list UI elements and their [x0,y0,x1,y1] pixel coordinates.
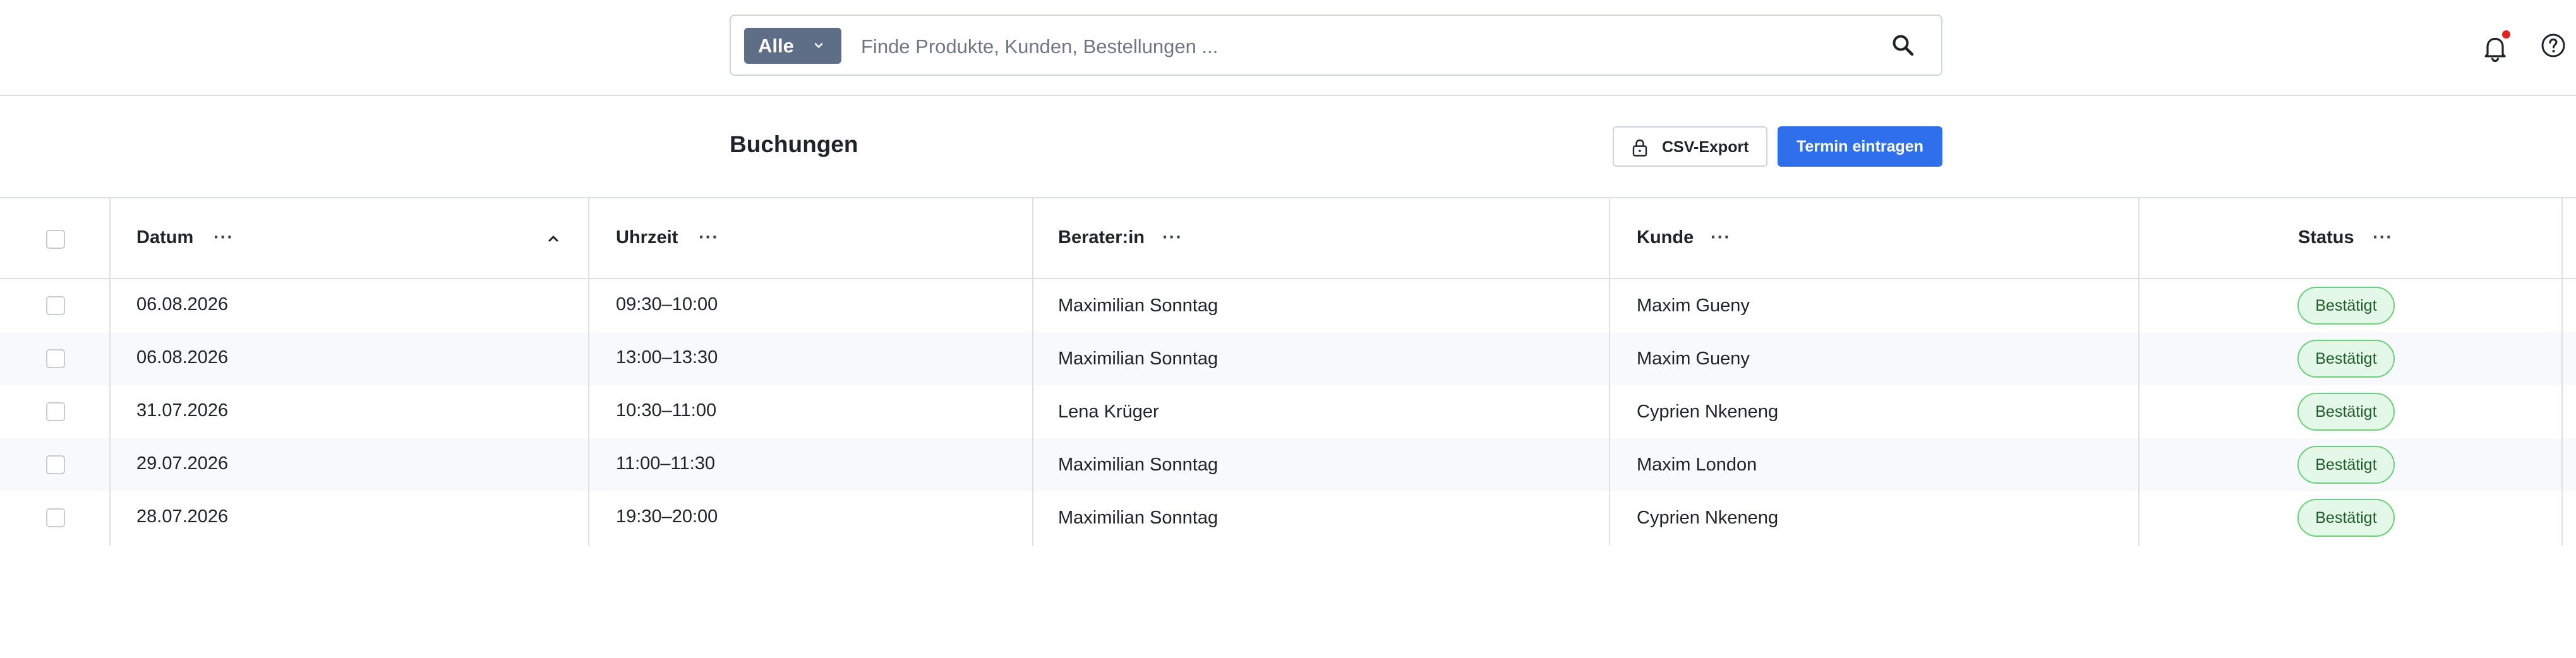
table-row[interactable]: 06.08.2026 09:30–10:00 Maximilian Sonnta… [0,279,2576,332]
cell-advisor: Maximilian Sonntag [1058,296,1219,316]
search-icon[interactable] [1891,33,1916,58]
status-badge: Bestätigt [2297,393,2395,431]
cell-time: 19:30–20:00 [616,506,718,527]
column-header-customer[interactable]: Kunde [1637,227,1694,248]
column-divider [2138,197,2140,546]
table-row[interactable]: 31.07.2026 10:30–11:00 Lena Krüger Cypri… [0,385,2576,438]
cell-time: 10:30–11:00 [616,400,717,421]
cell-advisor: Maximilian Sonntag [1058,455,1219,475]
cell-date: 31.07.2026 [136,400,229,421]
cell-customer: Maxim Gueny [1637,349,1750,369]
cell-time: 09:30–10:00 [616,294,718,314]
page-title: Buchungen [730,131,858,157]
cell-customer: Cyprien Nkeneng [1637,402,1779,422]
cell-advisor: Maximilian Sonntag [1058,349,1219,369]
chevron-down-icon [814,43,823,48]
global-search: Alle [730,15,1942,76]
help-icon [2541,33,2565,57]
more-icon[interactable]: ··· [1162,227,1183,248]
lock-icon [1632,139,1647,157]
table-row[interactable]: 06.08.2026 13:00–13:30 Maximilian Sonnta… [0,332,2576,385]
row-checkbox[interactable] [46,455,65,474]
table-header: Datum ··· Uhrzeit ··· Berater:in ··· Kun… [0,197,2576,279]
help-button[interactable] [2541,33,2566,58]
column-divider [109,197,111,546]
table-row[interactable]: 29.07.2026 11:00–11:30 Maximilian Sonnta… [0,438,2576,491]
top-bar: Alle [0,0,2576,96]
row-checkbox[interactable] [46,508,65,527]
search-scope-label: Alle [758,34,794,57]
column-divider [588,197,589,546]
table-row[interactable]: 28.07.2026 19:30–20:00 Maximilian Sonnta… [0,491,2576,544]
notifications-button[interactable] [2479,30,2512,64]
cell-date: 06.08.2026 [136,294,229,314]
more-icon[interactable]: ··· [2373,227,2393,248]
cell-advisor: Lena Krüger [1058,402,1159,422]
cell-date: 06.08.2026 [136,347,229,368]
row-checkbox[interactable] [46,296,65,315]
column-header-time[interactable]: Uhrzeit [616,227,678,248]
status-badge: Bestätigt [2297,340,2395,378]
cell-customer: Maxim London [1637,455,1757,475]
column-header-status[interactable]: Status [2298,227,2354,248]
cell-customer: Cyprien Nkeneng [1637,508,1779,528]
csv-export-label: CSV-Export [1662,138,1749,156]
column-divider [1032,197,1033,546]
notification-dot [2502,30,2510,39]
search-input[interactable] [860,27,1797,66]
cell-date: 28.07.2026 [136,506,229,527]
cell-time: 11:00–11:30 [616,453,715,474]
status-badge: Bestätigt [2297,446,2395,484]
csv-export-button[interactable]: CSV-Export [1613,126,1767,167]
sort-ascending-icon[interactable] [547,232,560,245]
more-icon[interactable]: ··· [699,227,719,248]
column-divider [2561,197,2563,546]
column-divider [1609,197,1610,546]
cell-time: 13:00–13:30 [616,347,718,368]
select-all-checkbox[interactable] [46,230,65,249]
more-icon[interactable]: ··· [1711,227,1731,248]
column-header-date[interactable]: Datum [136,227,193,248]
cell-customer: Maxim Gueny [1637,296,1750,316]
add-appointment-button[interactable]: Termin eintragen [1778,126,1942,167]
row-checkbox[interactable] [46,402,65,421]
row-checkbox[interactable] [46,349,65,368]
status-badge: Bestätigt [2297,499,2395,537]
cell-date: 29.07.2026 [136,453,229,474]
cell-advisor: Maximilian Sonntag [1058,508,1219,528]
search-scope-dropdown[interactable]: Alle [744,28,841,64]
more-icon[interactable]: ··· [214,227,234,248]
column-header-advisor[interactable]: Berater:in [1058,227,1145,248]
status-badge: Bestätigt [2297,287,2395,325]
